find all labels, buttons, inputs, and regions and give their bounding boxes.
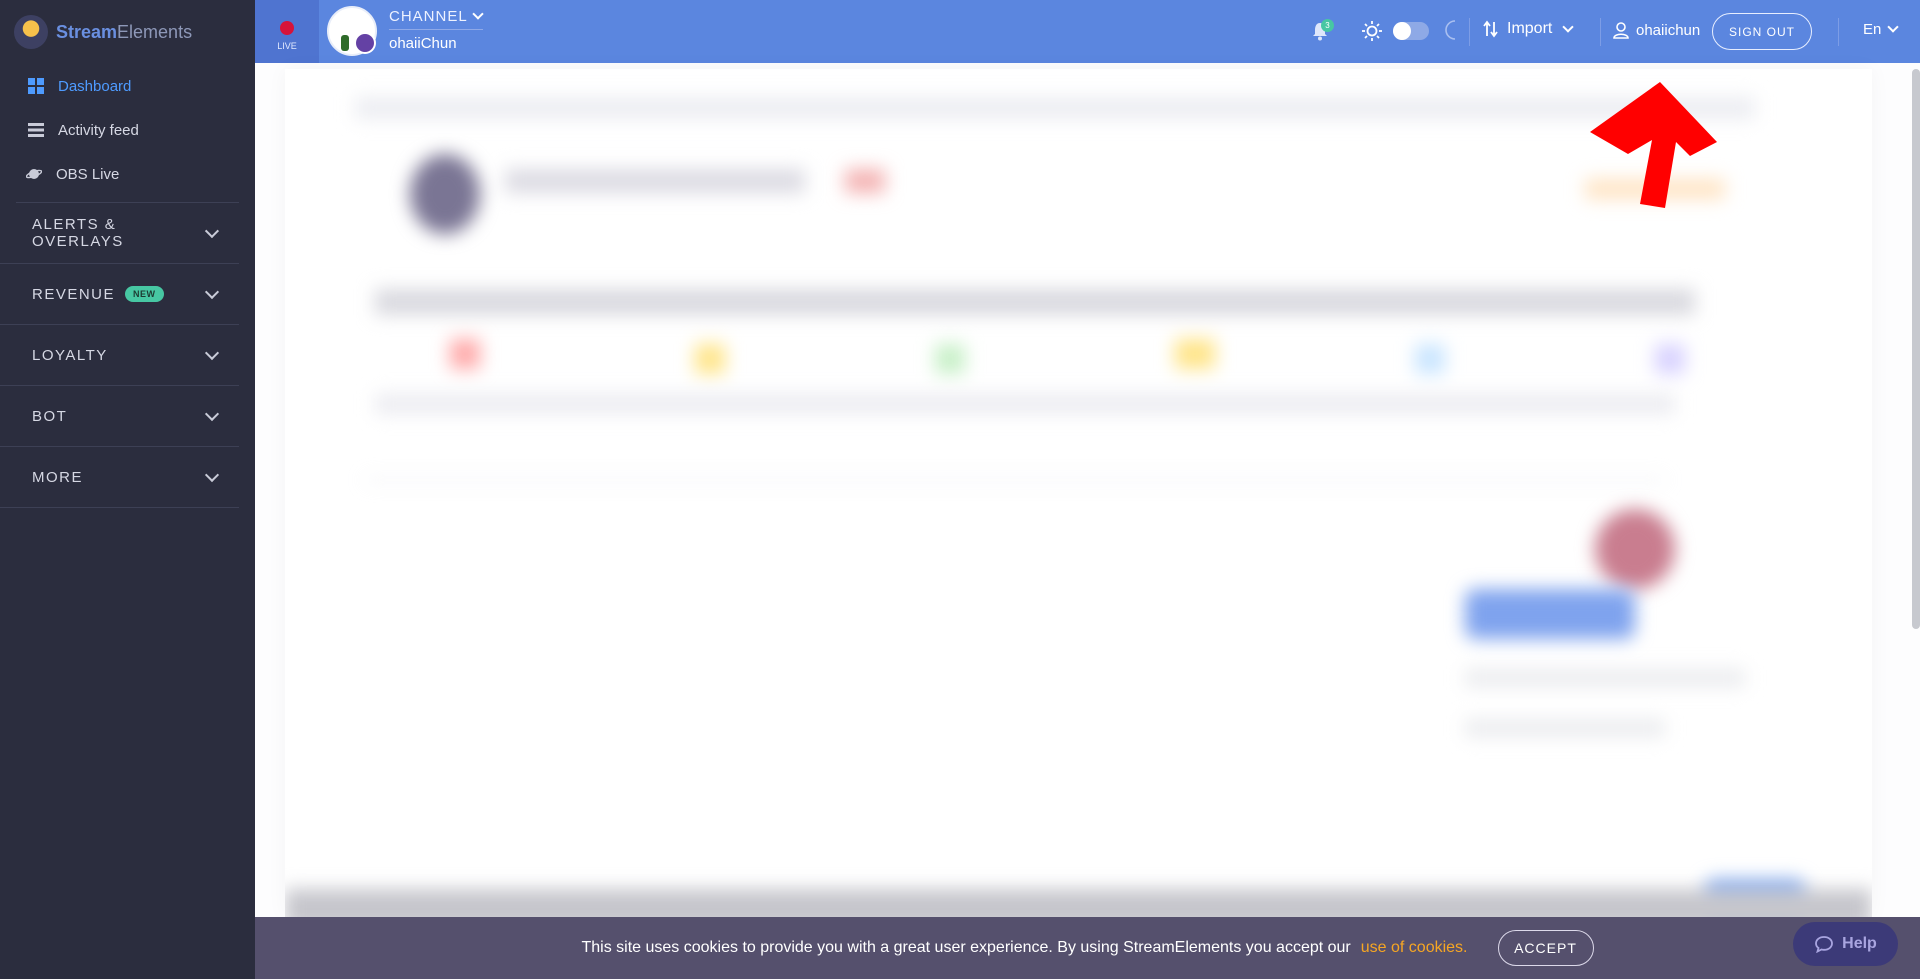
dashboard-icon: [28, 78, 44, 94]
notification-count-badge: 3: [1321, 19, 1334, 32]
divider: [1600, 18, 1601, 46]
section-label: REVENUE: [32, 285, 116, 303]
channel-switcher[interactable]: CHANNEL ohaiiChun: [389, 8, 484, 52]
live-status-button[interactable]: LIVE: [255, 0, 319, 63]
divider: [1838, 18, 1839, 46]
list-icon: [28, 123, 44, 137]
channel-label: CHANNEL: [389, 8, 468, 25]
sun-icon[interactable]: [1361, 20, 1383, 42]
sidebar-section-bot[interactable]: BOT: [0, 386, 239, 447]
sidebar-section-alerts-overlays[interactable]: ALERTS & OVERLAYS: [0, 203, 239, 264]
sidebar-item-obs-live[interactable]: OBS Live: [0, 152, 255, 196]
username: ohaiichun: [1636, 21, 1701, 39]
toggle-knob: [1393, 22, 1411, 40]
theme-toggle[interactable]: [1393, 22, 1429, 40]
section-label: BOT: [32, 407, 68, 425]
channel-name: ohaiiChun: [389, 35, 457, 52]
scrollbar[interactable]: [1912, 69, 1920, 629]
chevron-down-icon: [1887, 21, 1900, 33]
language-label: En: [1863, 21, 1882, 38]
moon-icon[interactable]: [1441, 19, 1463, 41]
chevron-down-icon: [204, 345, 220, 360]
sidebar: StreamElements Dashboard Activity feed O…: [0, 0, 255, 979]
cookie-banner: This site uses cookies to provide you wi…: [255, 917, 1920, 979]
chevron-down-icon: [204, 284, 220, 299]
chevron-down-icon: [1562, 20, 1575, 33]
streamelements-logo-icon: [14, 15, 48, 49]
cookie-message: This site uses cookies to provide you wi…: [581, 939, 1351, 956]
help-button[interactable]: Help: [1793, 922, 1898, 966]
chat-bubble-icon: [1815, 936, 1834, 953]
sidebar-section-more[interactable]: MORE: [0, 447, 239, 508]
sidebar-item-label: OBS Live: [56, 165, 120, 183]
planet-icon: [26, 169, 42, 179]
import-button[interactable]: Import: [1483, 20, 1575, 38]
live-label: LIVE: [277, 40, 297, 51]
section-label: MORE: [32, 468, 83, 486]
chevron-down-icon: [204, 467, 220, 482]
section-label: LOYALTY: [32, 346, 108, 364]
twitch-icon: [354, 32, 376, 54]
import-arrows-icon: [1483, 20, 1498, 38]
accept-cookies-button[interactable]: ACCEPT: [1497, 930, 1594, 966]
logo[interactable]: StreamElements: [0, 0, 255, 64]
topbar: LIVE CHANNEL ohaiiChun 3 Import ohaiichu…: [255, 0, 1920, 63]
avatar-figure-icon: [341, 35, 349, 51]
user-profile[interactable]: ohaiichun: [1612, 21, 1700, 39]
cookie-policy-link[interactable]: use of cookies.: [1361, 939, 1468, 957]
sidebar-item-activity-feed[interactable]: Activity feed: [0, 108, 255, 152]
sidebar-section-loyalty[interactable]: LOYALTY: [0, 325, 239, 386]
section-label: ALERTS & OVERLAYS: [32, 216, 124, 250]
live-dot-icon: [280, 20, 294, 35]
language-selector[interactable]: En: [1863, 21, 1900, 38]
help-label: Help: [1842, 935, 1877, 952]
divider: [1469, 18, 1470, 46]
annotation-arrow-icon: [1590, 82, 1717, 208]
brand-name: StreamElements: [56, 21, 193, 42]
chevron-down-icon: [204, 406, 220, 421]
sidebar-item-dashboard[interactable]: Dashboard: [0, 64, 255, 108]
user-icon: [1613, 22, 1629, 39]
sidebar-item-label: Activity feed: [58, 121, 139, 139]
sign-out-button[interactable]: SIGN OUT: [1712, 13, 1812, 50]
import-label: Import: [1507, 20, 1553, 37]
sidebar-section-revenue[interactable]: REVENUE NEW: [0, 264, 239, 325]
new-badge: NEW: [125, 286, 164, 302]
sidebar-item-label: Dashboard: [58, 77, 132, 95]
chevron-down-icon: [472, 8, 484, 20]
